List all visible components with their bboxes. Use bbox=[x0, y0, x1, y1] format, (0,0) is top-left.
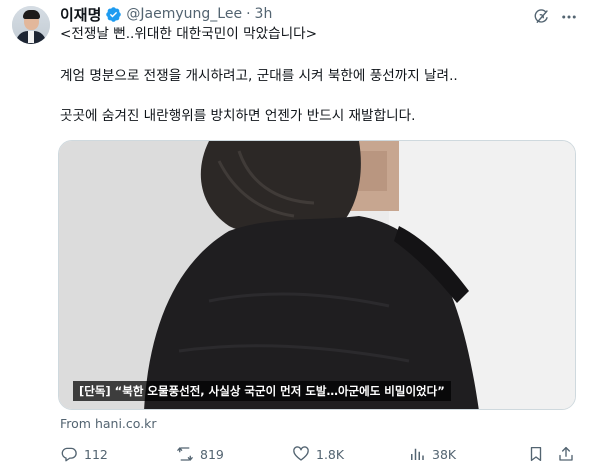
link-source[interactable]: From hani.co.kr bbox=[60, 416, 157, 431]
share-icon bbox=[557, 445, 575, 463]
reply-icon bbox=[60, 445, 78, 463]
media-card[interactable]: [단독] “북한 오물풍선전, 사실상 국군이 먼저 도발…아군에도 비밀이었다… bbox=[58, 140, 576, 410]
share-button[interactable] bbox=[557, 444, 575, 464]
repost-count: 819 bbox=[200, 446, 224, 462]
like-button[interactable]: 1.8K bbox=[292, 444, 344, 464]
tweet-time[interactable]: 3h bbox=[255, 6, 273, 22]
views-count: 38K bbox=[432, 446, 457, 462]
bookmark-button[interactable] bbox=[527, 444, 545, 464]
repost-button[interactable]: 819 bbox=[176, 444, 224, 464]
tweet-text-line3: 곳곳에 숨겨진 내란행위를 방치하면 언젠가 반드시 재발합니다. bbox=[60, 108, 416, 124]
like-count: 1.8K bbox=[316, 446, 345, 462]
bookmark-icon bbox=[527, 445, 545, 463]
news-photo bbox=[59, 141, 575, 409]
grok-icon bbox=[532, 8, 550, 26]
more-button[interactable] bbox=[558, 6, 580, 28]
views-icon bbox=[408, 445, 426, 463]
tweet-text-line2: 계엄 명분으로 전쟁을 개시하려고, 군대를 시켜 북한에 풍선까지 날려.. bbox=[60, 68, 458, 84]
separator-dot: · bbox=[246, 6, 251, 22]
reply-count: 112 bbox=[84, 446, 108, 462]
avatar-hair bbox=[23, 10, 40, 19]
reply-button[interactable]: 112 bbox=[60, 444, 108, 464]
tweet-text-line1: <전쟁날 뻔..위대한 대한국민이 막았습니다> bbox=[60, 26, 317, 42]
verified-badge-icon bbox=[105, 6, 122, 23]
media-caption: [단독] “북한 오물풍선전, 사실상 국군이 먼저 도발…아군에도 비밀이었다… bbox=[73, 381, 451, 401]
heart-icon bbox=[292, 445, 310, 463]
repost-icon bbox=[176, 445, 194, 463]
display-name[interactable]: 이재명 bbox=[60, 4, 101, 25]
avatar-shirt bbox=[28, 31, 34, 43]
views-button[interactable]: 38K bbox=[408, 444, 456, 464]
tweet-header: 이재명 @Jaemyung_Lee · 3h bbox=[60, 4, 272, 24]
grok-button[interactable] bbox=[530, 6, 552, 28]
action-bar: 112 819 1.8K 38K bbox=[0, 444, 592, 464]
profile-avatar[interactable] bbox=[12, 6, 50, 44]
user-handle[interactable]: @Jaemyung_Lee bbox=[126, 6, 242, 22]
more-icon bbox=[560, 8, 578, 26]
